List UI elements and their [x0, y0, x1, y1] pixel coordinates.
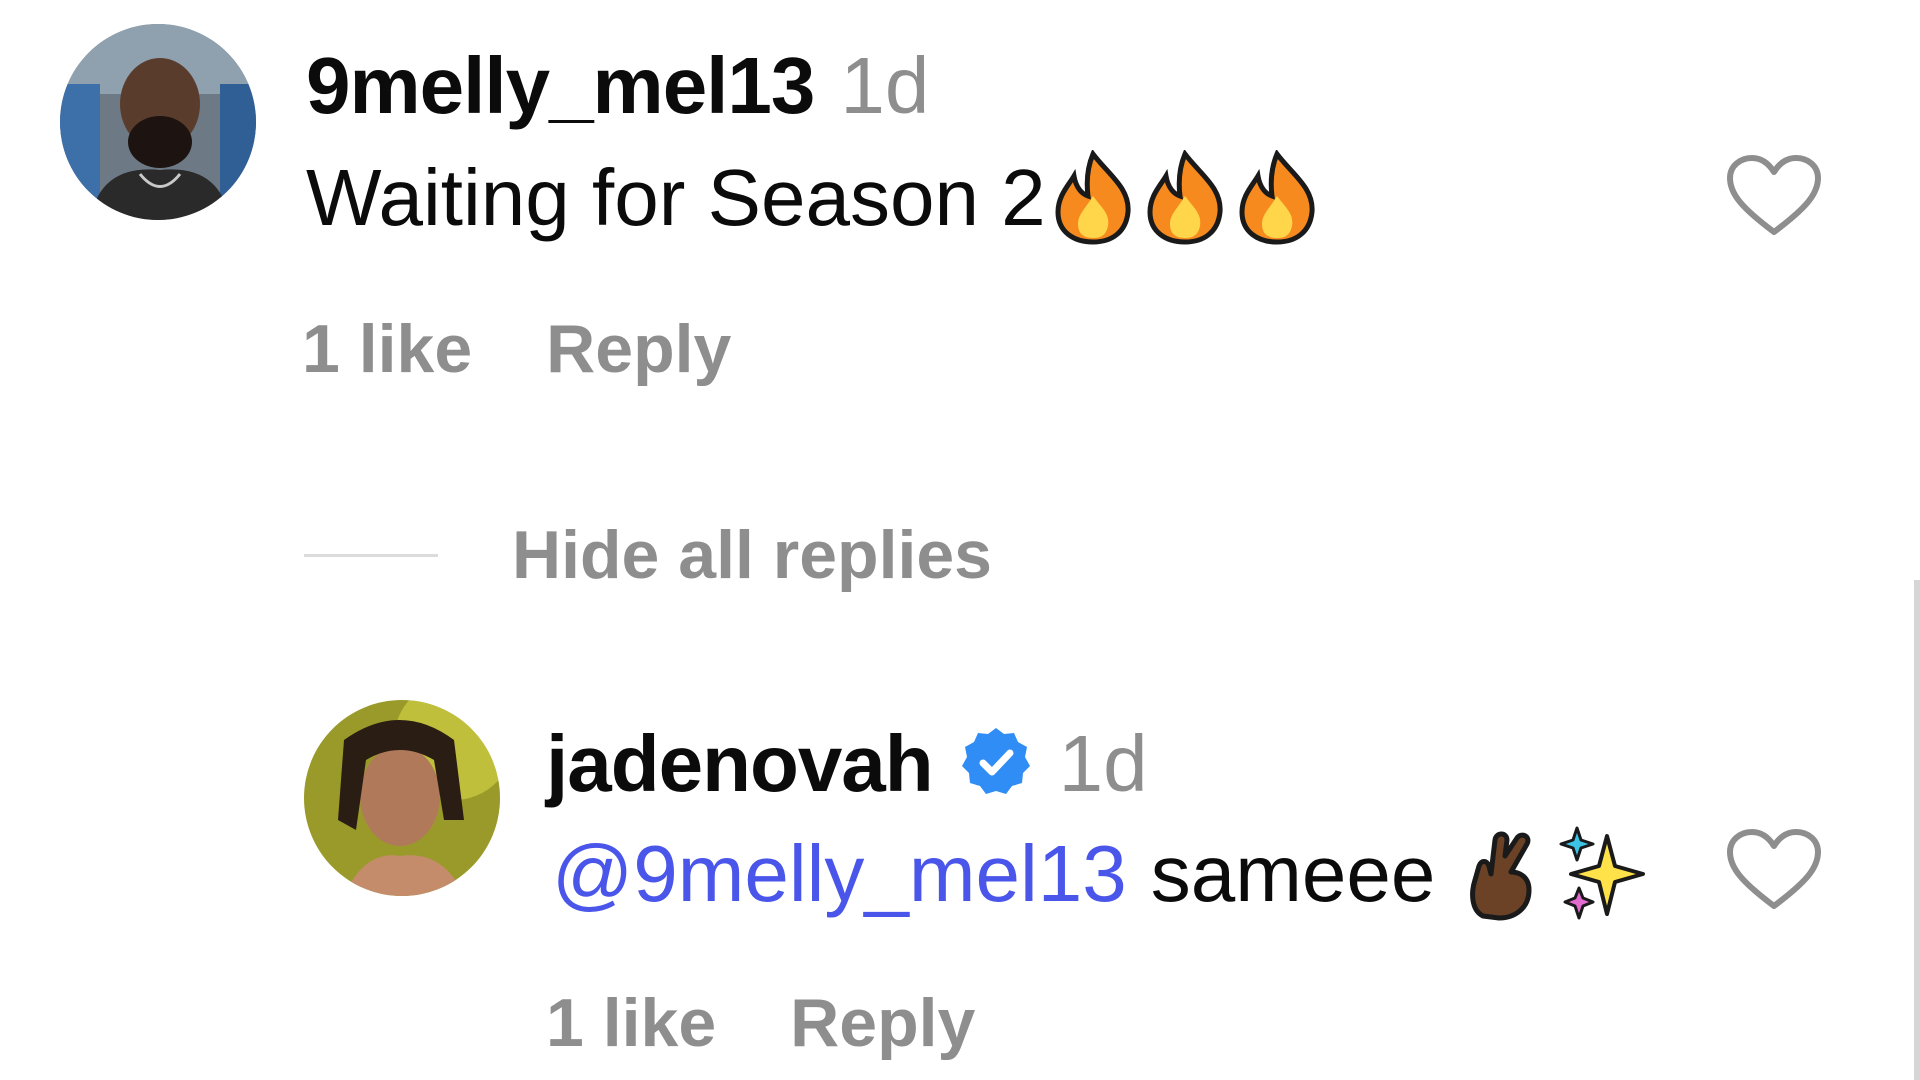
scrollbar[interactable] — [1914, 580, 1920, 1080]
comments-thread: 9melly_mel13 1d Waiting for Season 2 1 l… — [0, 0, 1920, 1080]
comment-text: Waiting for Season 2 — [306, 153, 1046, 242]
comment-username[interactable]: 9melly_mel13 — [306, 40, 815, 132]
reply-likes-count[interactable]: 1 like — [546, 984, 716, 1062]
reply-username[interactable]: jadenovah — [546, 718, 934, 810]
reply-meta: 1 like Reply — [546, 984, 975, 1062]
comment-body: Waiting for Season 2 — [306, 148, 1320, 248]
comment-meta: 1 like Reply — [302, 310, 731, 388]
verified-badge-icon — [959, 725, 1033, 804]
replies-divider-line — [304, 553, 438, 557]
avatar-jadenovah[interactable] — [304, 700, 500, 896]
comment-reply-button[interactable]: Reply — [546, 310, 731, 388]
user-photo-icon — [304, 700, 500, 896]
sparkles-emoji — [1557, 826, 1647, 922]
fire-emoji — [1050, 150, 1136, 246]
like-heart-icon[interactable] — [1724, 152, 1824, 238]
comment-header: 9melly_mel13 1d — [306, 40, 929, 132]
reply-time[interactable]: 1d — [1059, 718, 1148, 810]
crossed-fingers-emoji — [1465, 826, 1537, 922]
reply-like-heart-icon[interactable] — [1724, 826, 1824, 912]
fire-emoji — [1142, 150, 1228, 246]
hide-replies-button[interactable]: Hide all replies — [512, 516, 992, 594]
user-photo-icon — [60, 24, 256, 220]
reply-text: sameee — [1150, 829, 1436, 918]
fire-emoji — [1234, 150, 1320, 246]
hide-replies-row: Hide all replies — [304, 510, 992, 600]
comment-likes-count[interactable]: 1 like — [302, 310, 472, 388]
avatar-9melly-mel13[interactable] — [60, 24, 256, 220]
reply-mention-link[interactable]: @9melly_mel13 — [552, 828, 1127, 920]
reply-header: jadenovah 1d — [546, 718, 1148, 810]
comment-time[interactable]: 1d — [840, 40, 929, 132]
reply-reply-button[interactable]: Reply — [790, 984, 975, 1062]
reply-body: @9melly_mel13 sameee — [552, 824, 1647, 924]
